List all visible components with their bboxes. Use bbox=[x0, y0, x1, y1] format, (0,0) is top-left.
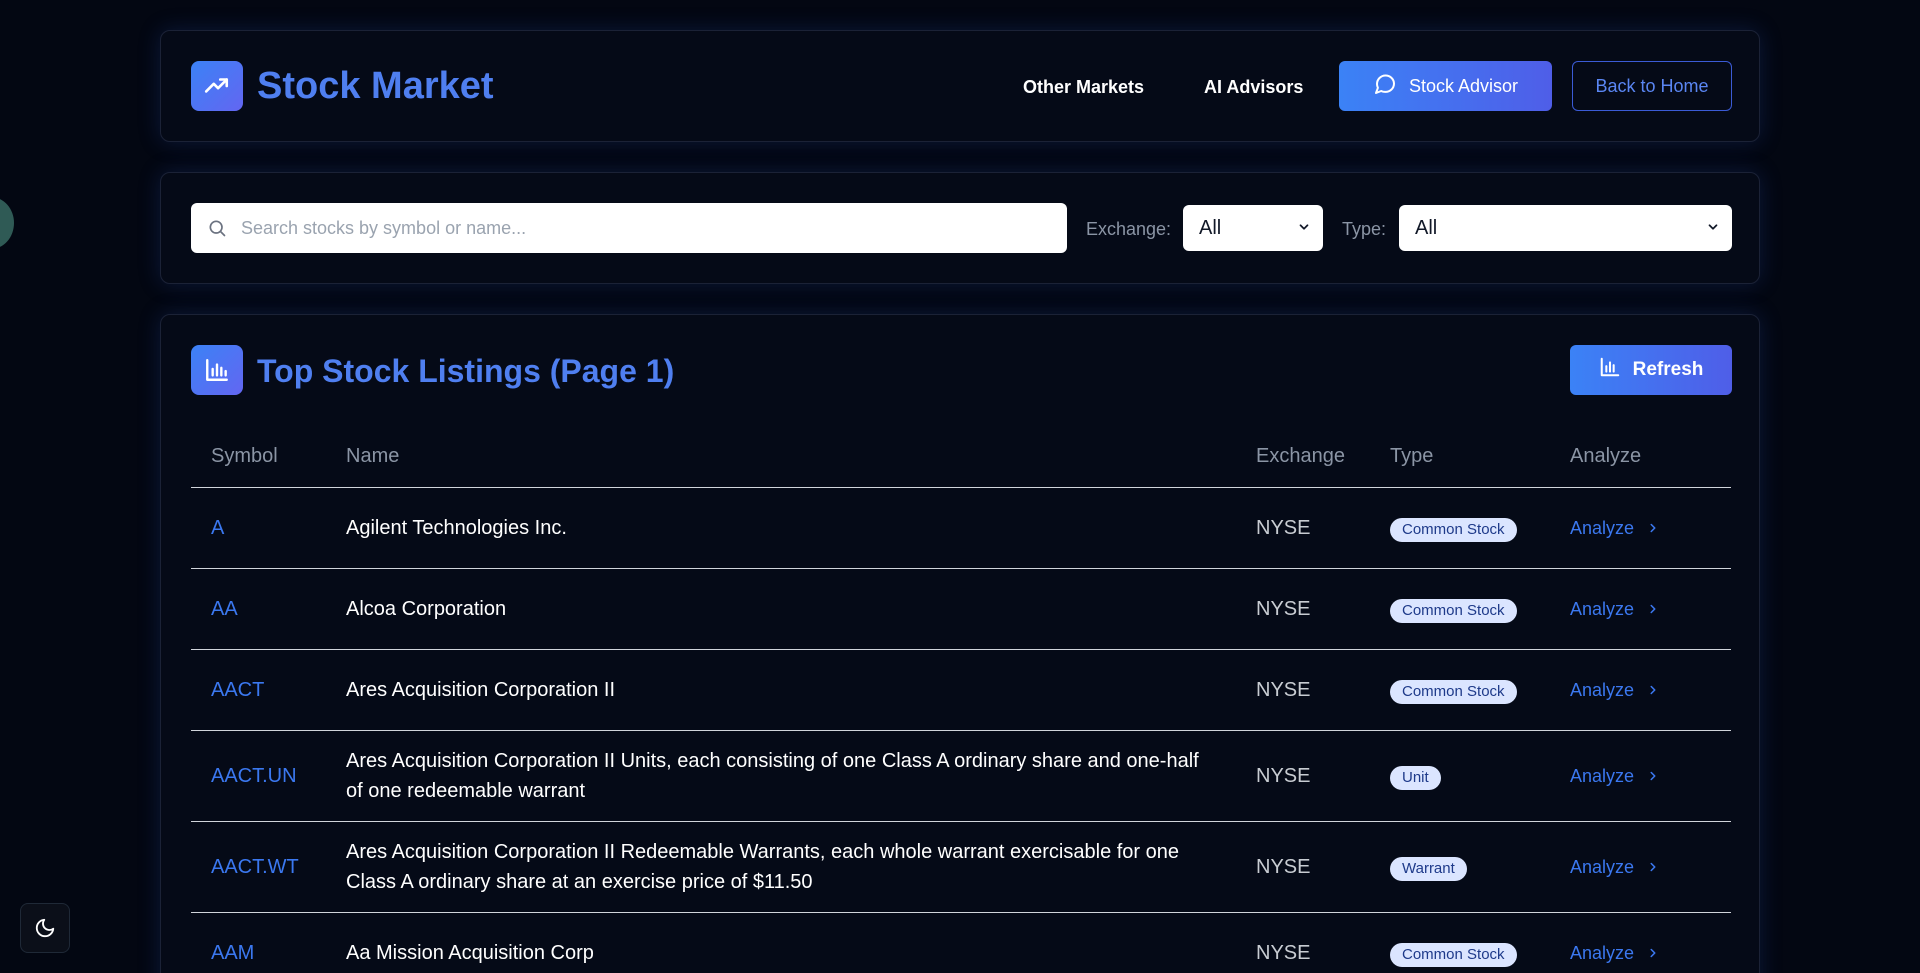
table-row: AACT.WT Ares Acquisition Corporation II … bbox=[191, 821, 1731, 913]
stock-name: Alcoa Corporation bbox=[326, 568, 1236, 650]
stock-table: Symbol Name Exchange Type Analyze A Agil… bbox=[191, 427, 1731, 973]
analyze-label: Analyze bbox=[1570, 517, 1635, 538]
analyze-label: Analyze bbox=[1570, 679, 1635, 700]
stock-type-badge: Common Stock bbox=[1390, 598, 1517, 623]
stock-type-badge: Common Stock bbox=[1390, 942, 1517, 967]
stock-name: Agilent Technologies Inc. bbox=[326, 487, 1236, 569]
search-box[interactable] bbox=[191, 203, 1067, 253]
stock-type-badge: Common Stock bbox=[1390, 517, 1517, 542]
stock-exchange: NYSE bbox=[1236, 912, 1370, 973]
trending-up-icon bbox=[191, 61, 243, 111]
stock-advisor-button[interactable]: Stock Advisor bbox=[1339, 61, 1552, 111]
chevron-right-icon bbox=[1650, 523, 1656, 532]
page: Stock Market Other Markets AI Advisors S… bbox=[0, 0, 1920, 973]
analyze-link[interactable]: Analyze bbox=[1570, 761, 1660, 791]
page-title: Stock Market bbox=[257, 65, 494, 107]
analyze-label: Analyze bbox=[1570, 942, 1635, 963]
exchange-filter-label: Exchange: bbox=[1086, 219, 1172, 239]
table-row: A Agilent Technologies Inc. NYSE Common … bbox=[191, 487, 1731, 569]
listings-title: Top Stock Listings (Page 1) bbox=[257, 353, 675, 389]
type-select-value: All bbox=[1415, 216, 1438, 239]
stock-name: Aa Mission Acquisition Corp bbox=[326, 912, 1236, 973]
exchange-select-value: All bbox=[1199, 216, 1222, 239]
analyze-link[interactable]: Analyze bbox=[1570, 594, 1660, 624]
column-header-exchange[interactable]: Exchange bbox=[1236, 427, 1370, 488]
stock-type-badge: Unit bbox=[1390, 765, 1441, 790]
nav-other-markets[interactable]: Other Markets bbox=[1023, 75, 1144, 99]
analyze-link[interactable]: Analyze bbox=[1570, 675, 1660, 705]
search-input[interactable] bbox=[241, 208, 1041, 248]
table-row: AACT.UN Ares Acquisition Corporation II … bbox=[191, 730, 1731, 822]
table-row: AA Alcoa Corporation NYSE Common Stock A… bbox=[191, 568, 1731, 650]
stock-advisor-label: Stock Advisor bbox=[1408, 75, 1519, 96]
chevron-right-icon bbox=[1650, 862, 1656, 871]
chevron-right-icon bbox=[1650, 948, 1656, 957]
chevron-down-icon bbox=[1706, 217, 1720, 240]
refresh-label: Refresh bbox=[1632, 359, 1704, 380]
table-row: AACT Ares Acquisition Corporation II NYS… bbox=[191, 649, 1731, 731]
stock-name: Ares Acquisition Corporation II bbox=[326, 649, 1236, 731]
back-to-home-button[interactable]: Back to Home bbox=[1572, 61, 1732, 111]
column-header-symbol[interactable]: Symbol bbox=[191, 427, 326, 488]
chevron-right-icon bbox=[1650, 771, 1656, 780]
bar-chart-icon bbox=[191, 345, 243, 395]
bar-chart-icon bbox=[1599, 356, 1621, 384]
stock-type-badge: Warrant bbox=[1390, 856, 1467, 881]
column-header-analyze: Analyze bbox=[1550, 427, 1731, 488]
analyze-label: Analyze bbox=[1570, 765, 1635, 786]
analyze-link[interactable]: Analyze bbox=[1570, 852, 1660, 882]
nav-ai-advisors[interactable]: AI Advisors bbox=[1204, 75, 1303, 99]
analyze-label: Analyze bbox=[1570, 856, 1635, 877]
table-row: AAM Aa Mission Acquisition Corp NYSE Com… bbox=[191, 912, 1731, 973]
chevron-down-icon bbox=[1297, 217, 1311, 240]
refresh-button[interactable]: Refresh bbox=[1570, 345, 1732, 395]
search-filter-card: Exchange: All Type: All bbox=[160, 172, 1760, 284]
analyze-label: Analyze bbox=[1570, 598, 1635, 619]
column-header-type[interactable]: Type bbox=[1370, 427, 1550, 488]
stock-exchange: NYSE bbox=[1236, 568, 1370, 650]
header-card: Stock Market Other Markets AI Advisors S… bbox=[160, 30, 1760, 142]
stock-exchange: NYSE bbox=[1236, 821, 1370, 913]
stock-symbol[interactable]: AACT bbox=[191, 649, 326, 731]
stock-symbol[interactable]: AA bbox=[191, 568, 326, 650]
side-indicator[interactable] bbox=[0, 197, 14, 249]
table-header-row: Symbol Name Exchange Type Analyze bbox=[191, 427, 1731, 488]
analyze-link[interactable]: Analyze bbox=[1570, 938, 1660, 968]
stock-symbol[interactable]: AACT.WT bbox=[191, 821, 326, 913]
stock-symbol[interactable]: AAM bbox=[191, 912, 326, 973]
search-icon bbox=[207, 218, 227, 238]
stock-name: Ares Acquisition Corporation II Redeemab… bbox=[326, 821, 1236, 913]
stock-symbol[interactable]: AACT.UN bbox=[191, 730, 326, 822]
analyze-link[interactable]: Analyze bbox=[1570, 513, 1660, 543]
type-select[interactable]: All bbox=[1399, 205, 1732, 251]
theme-toggle-button[interactable] bbox=[20, 903, 70, 953]
stock-type-badge: Common Stock bbox=[1390, 679, 1517, 704]
chevron-right-icon bbox=[1650, 685, 1656, 694]
stock-symbol[interactable]: A bbox=[191, 487, 326, 569]
moon-icon bbox=[35, 918, 55, 938]
message-circle-icon bbox=[1373, 72, 1397, 101]
stock-exchange: NYSE bbox=[1236, 730, 1370, 822]
stock-listings-card: Top Stock Listings (Page 1) Refresh Symb… bbox=[160, 314, 1760, 973]
column-header-name[interactable]: Name bbox=[326, 427, 1236, 488]
chevron-right-icon bbox=[1650, 604, 1656, 613]
stock-exchange: NYSE bbox=[1236, 487, 1370, 569]
exchange-select[interactable]: All bbox=[1183, 205, 1323, 251]
stock-name: Ares Acquisition Corporation II Units, e… bbox=[326, 730, 1236, 822]
stock-exchange: NYSE bbox=[1236, 649, 1370, 731]
type-filter-label: Type: bbox=[1342, 219, 1387, 239]
